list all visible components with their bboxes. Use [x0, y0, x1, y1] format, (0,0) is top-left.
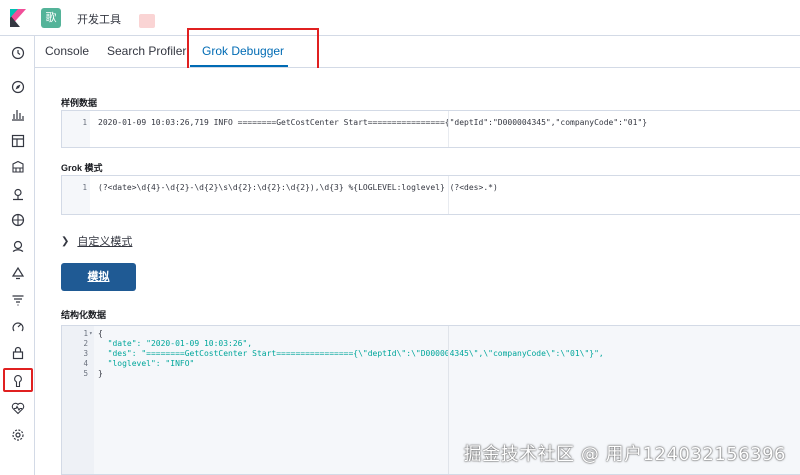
apm-icon[interactable]	[9, 264, 26, 281]
sample-data-editor[interactable]: 1 2020-01-09 10:03:26,719 INFO ========G…	[61, 110, 800, 148]
simulate-button[interactable]: 模拟	[61, 263, 136, 291]
editor-gutter	[62, 111, 90, 147]
kibana-logo-icon[interactable]	[10, 9, 26, 27]
ghost-artifact	[139, 14, 155, 28]
grok-pattern-line: (?<date>\d{4}-\d{2}-\d{2}\s\d{2}:\d{2}:\…	[98, 183, 498, 192]
line-number: 3	[83, 349, 88, 358]
dashboard-icon[interactable]	[9, 132, 26, 149]
grok-pattern-label: Grok 模式	[61, 163, 103, 173]
breadcrumb-title: 开发工具	[77, 14, 121, 26]
uptime-icon[interactable]	[9, 291, 26, 308]
print-margin	[448, 111, 449, 147]
tab-console[interactable]: Console	[45, 44, 89, 58]
line-number: 1	[83, 329, 88, 338]
print-margin	[448, 176, 449, 214]
compass-icon[interactable]	[9, 78, 26, 95]
grok-pattern-editor[interactable]: 1 (?<date>\d{4}-\d{2}-\d{2}\s\d{2}:\d{2}…	[61, 175, 800, 215]
json-line: }	[98, 369, 103, 378]
maps-icon[interactable]	[9, 185, 26, 202]
sample-data-label: 样例数据	[61, 98, 98, 108]
management-icon[interactable]	[9, 426, 26, 443]
fold-toggle-icon[interactable]: ▾	[89, 330, 93, 337]
bar-chart-icon[interactable]	[9, 105, 26, 122]
line-number: 4	[83, 359, 88, 368]
dev-tools-highlight-box	[3, 368, 33, 392]
top-header: 歌 开发工具	[0, 0, 800, 36]
structured-data-label: 结构化数据	[61, 310, 107, 320]
monitoring-icon[interactable]	[9, 399, 26, 416]
json-line: "des": "========GetCostCenter Start=====…	[98, 349, 604, 358]
sample-data-line: 2020-01-09 10:03:26,719 INFO ========Get…	[98, 118, 648, 127]
line-number: 1	[82, 118, 87, 127]
security-icon[interactable]	[9, 344, 26, 361]
kibana-dev-tools-window: 歌 开发工具 Console Search Profiler Grok Debu…	[0, 0, 800, 475]
print-margin	[448, 326, 449, 474]
side-navigation	[0, 36, 35, 475]
editor-gutter	[62, 176, 90, 214]
line-number: 2	[83, 339, 88, 348]
siem-icon[interactable]	[9, 318, 26, 335]
json-line: "loglevel": "INFO"	[98, 359, 195, 368]
chevron-right-icon: ❯	[61, 235, 70, 247]
tab-search-profiler[interactable]: Search Profiler	[107, 44, 186, 58]
line-number: 1	[82, 183, 87, 192]
line-number: 5	[83, 369, 88, 378]
json-line: "date": "2020-01-09 10:03:26",	[98, 339, 253, 348]
dev-tools-tabs: Console Search Profiler Grok Debugger	[35, 14, 800, 72]
watermark-text: 掘金技术社区 @ 用户124032156396	[463, 444, 786, 465]
custom-patterns-toggle[interactable]: ❯ 自定义模式	[61, 233, 132, 249]
graph-icon[interactable]	[9, 237, 26, 254]
json-line: {	[98, 329, 103, 338]
custom-patterns-label: 自定义模式	[77, 236, 133, 248]
grok-tab-highlight-box	[187, 28, 319, 72]
space-avatar[interactable]: 歌	[41, 8, 61, 28]
grok-debugger-panel: 样例数据 1 2020-01-09 10:03:26,719 INFO ====…	[35, 68, 800, 475]
canvas-icon[interactable]	[9, 158, 26, 175]
ml-icon[interactable]	[9, 211, 26, 228]
clock-icon[interactable]	[9, 44, 26, 61]
